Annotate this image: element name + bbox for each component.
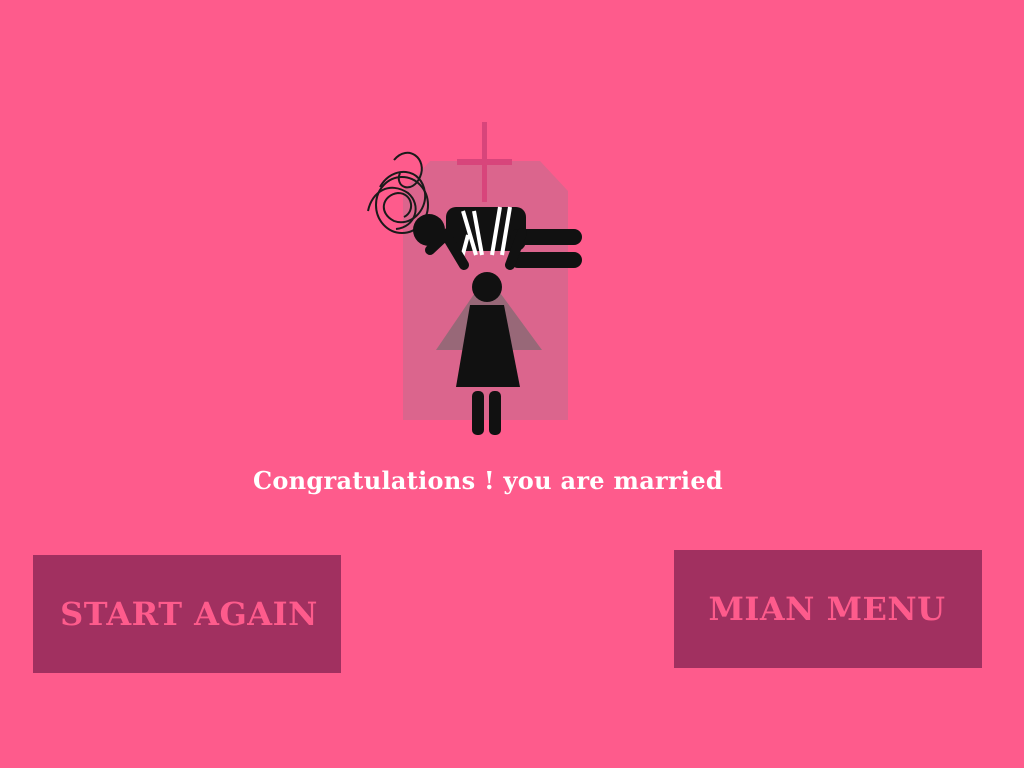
main-menu-button[interactable]: MIAN MENU bbox=[674, 550, 982, 668]
start-again-button[interactable]: START AGAIN bbox=[33, 555, 341, 673]
groom-leg-bottom bbox=[510, 252, 582, 268]
wedding-illustration bbox=[350, 115, 600, 445]
start-again-label: START AGAIN bbox=[60, 595, 318, 633]
church-cross-horizontal bbox=[457, 159, 512, 165]
bride-leg-left bbox=[472, 391, 484, 435]
bride-head bbox=[472, 272, 502, 302]
wedding-scene-svg bbox=[367, 122, 582, 435]
married-message: Congratulations ! you are married bbox=[252, 466, 724, 495]
main-menu-label: MIAN MENU bbox=[708, 590, 946, 628]
bride-leg-right bbox=[489, 391, 501, 435]
